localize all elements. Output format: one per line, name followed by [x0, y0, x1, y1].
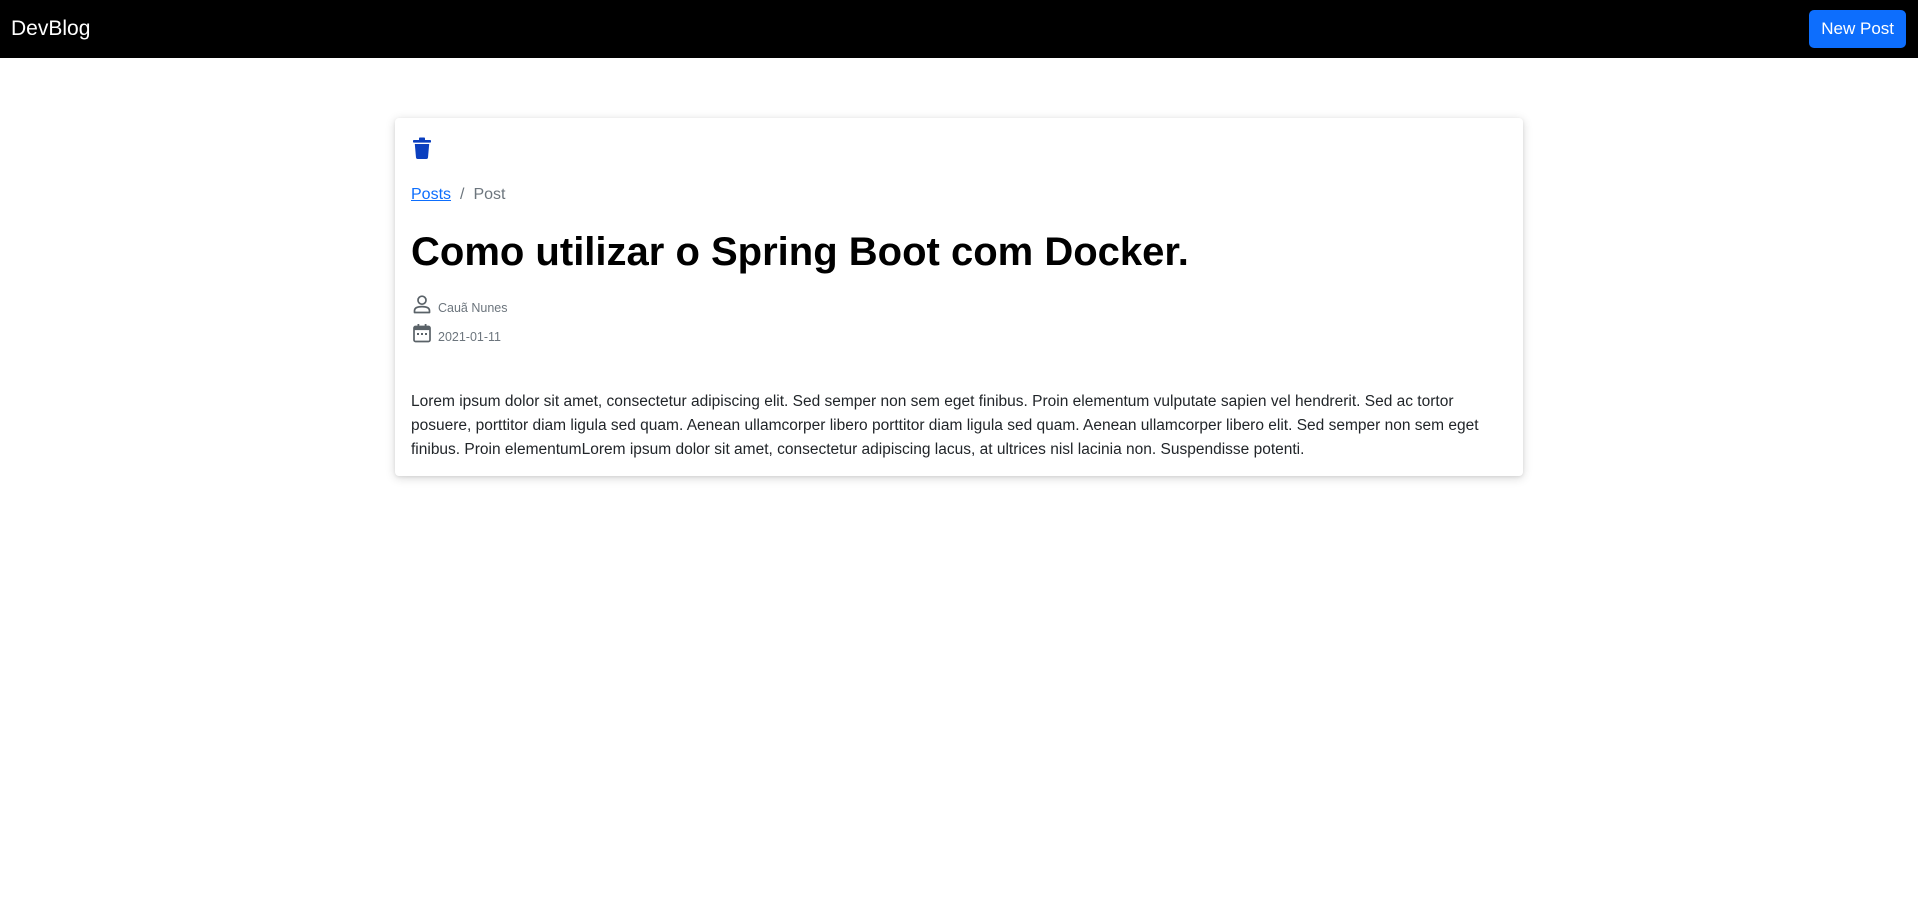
post-author-row: Cauã Nunes: [411, 293, 508, 315]
top-navbar: DevBlog New Post: [0, 0, 1918, 58]
breadcrumb: Posts / Post: [411, 186, 505, 204]
post-title: Como utilizar o Spring Boot com Docker.: [411, 230, 1189, 274]
breadcrumb-separator: /: [460, 186, 465, 203]
person-icon: [411, 293, 433, 315]
new-post-button[interactable]: New Post: [1809, 10, 1906, 48]
post-author: Cauã Nunes: [438, 301, 508, 315]
post-date: 2021-01-11: [438, 330, 502, 344]
post-body: Lorem ipsum dolor sit amet, consectetur …: [411, 393, 1479, 458]
brand-link[interactable]: DevBlog: [11, 17, 90, 41]
calendar-icon: [411, 322, 433, 344]
breadcrumb-current: Post: [473, 186, 506, 203]
post-date-row: 2021-01-11: [411, 322, 501, 344]
trash-icon: [413, 137, 431, 159]
post-card: Posts / Post Como utilizar o Spring Boot…: [395, 118, 1523, 476]
breadcrumb-posts-link[interactable]: Posts: [411, 186, 451, 204]
delete-post-button[interactable]: [411, 135, 433, 161]
